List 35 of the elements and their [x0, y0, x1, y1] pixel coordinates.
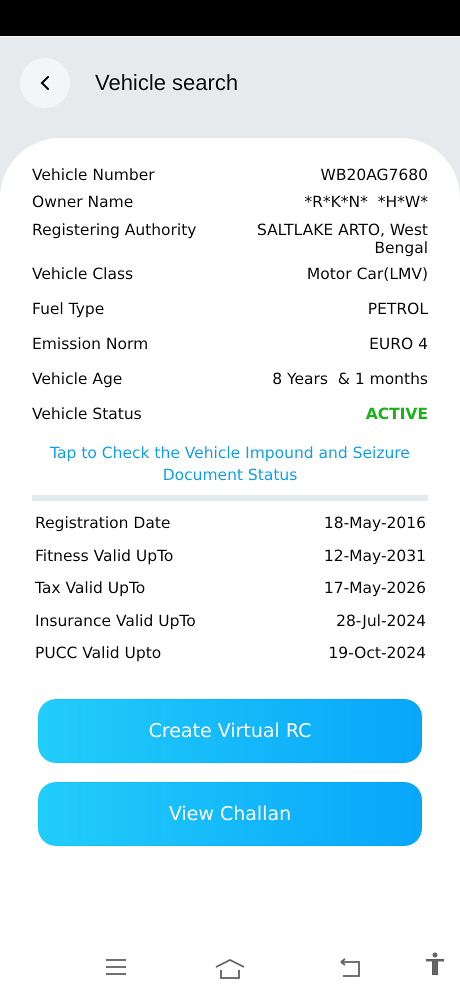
field-label: Emission Norm — [32, 335, 148, 353]
accessibility-icon[interactable] — [425, 952, 445, 976]
date-value: 28-Jul-2024 — [336, 612, 426, 630]
field-label: Vehicle Class — [32, 265, 134, 283]
action-button[interactable]: View Challan — [38, 782, 422, 846]
field-value: EURO 4 — [369, 335, 428, 353]
date-label: Fitness Valid UpTo — [35, 546, 174, 565]
home-icon[interactable] — [214, 958, 246, 980]
back-icon — [38, 74, 52, 92]
field-value: 8 Years & 1 months — [272, 370, 428, 388]
date-label: PUCC Valid Upto — [35, 644, 162, 662]
menu-icon[interactable] — [104, 958, 128, 976]
field-value: Motor Car(LMV) — [306, 265, 428, 283]
action-button[interactable]: Create Virtual RC — [38, 699, 422, 764]
field-value: SALTLAKE ARTO, West Bengal — [256, 221, 428, 257]
page-title: Vehicle search — [95, 70, 238, 96]
field-value: *R*K*N* *H*W* — [304, 193, 428, 211]
date-label: Registration Date — [35, 514, 170, 532]
impound-status-link[interactable]: Tap to Check the Vehicle Impound and Seizure Document Status — [32, 436, 428, 491]
field-label: Vehicle Status — [32, 405, 142, 423]
date-value: 17-May-2026 — [324, 579, 426, 598]
date-label: Insurance Valid UpTo — [35, 612, 196, 630]
status-value: ACTIVE — [366, 405, 428, 423]
field-label: Fuel Type — [32, 300, 104, 318]
field-label: Vehicle Number — [32, 166, 155, 184]
field-value: WB20AG7680 — [320, 166, 428, 184]
date-value: 18-May-2016 — [324, 514, 426, 532]
field-value: PETROL — [368, 300, 428, 318]
date-value: 12-May-2031 — [324, 546, 426, 565]
field-label: Vehicle Age — [32, 370, 122, 388]
date-label: Tax Valid UpTo — [35, 579, 146, 598]
field-label: Owner Name — [32, 193, 134, 211]
date-value: 19-Oct-2024 — [328, 644, 426, 662]
back-icon[interactable] — [339, 958, 363, 978]
field-label: Registering Authority — [32, 221, 196, 239]
